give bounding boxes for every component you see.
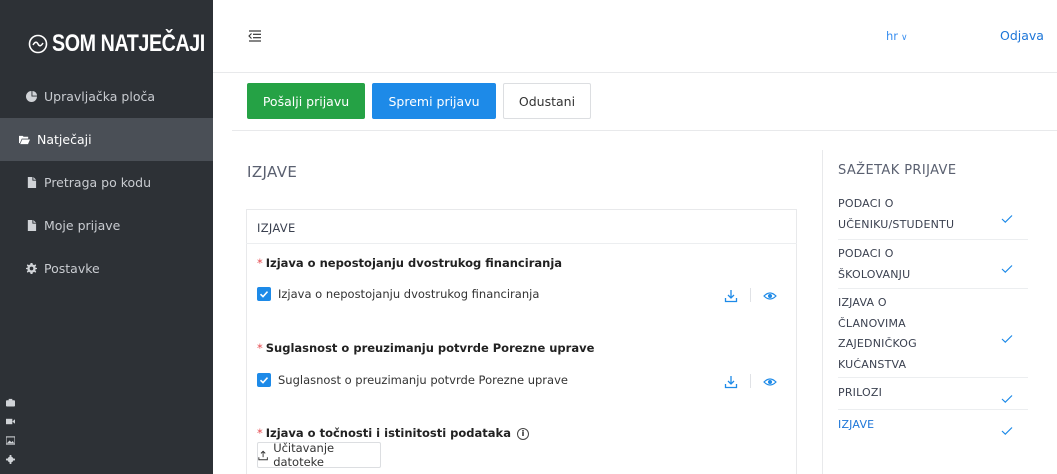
sidebar-nav: Upravljačka ploča Natječaji Pretraga po … bbox=[0, 75, 213, 290]
sidebar-item-dashboard[interactable]: Upravljačka ploča bbox=[0, 75, 213, 118]
statement-label-accuracy: * Izjava o točnosti i istinitosti podatak… bbox=[257, 426, 529, 440]
cancel-button[interactable]: Odustani bbox=[503, 83, 591, 119]
sidebar-item-label: Moje prijave bbox=[44, 218, 121, 233]
eye-icon[interactable] bbox=[763, 288, 777, 302]
side-tools bbox=[5, 392, 16, 468]
summary-title: SAŽETAK PRIJAVE bbox=[838, 163, 957, 178]
check-icon bbox=[1001, 209, 1013, 224]
summary-item-active[interactable]: IZJAVE bbox=[838, 410, 1028, 442]
divider bbox=[750, 374, 751, 388]
upload-file-button[interactable]: Učitavanje datoteke bbox=[257, 441, 381, 469]
sidebar-item-label: Postavke bbox=[44, 261, 100, 276]
summary-item-label: IZJAVE bbox=[838, 418, 875, 431]
check-icon bbox=[1001, 329, 1013, 344]
sidebar-item-label: Natječaji bbox=[37, 132, 92, 147]
upload-icon bbox=[258, 450, 268, 460]
summary-item[interactable]: PODACI O UČENIKU/STUDENTU bbox=[838, 192, 1028, 240]
statement-label-text: Izjava o nepostojanju dvostrukog financi… bbox=[265, 256, 563, 270]
send-application-button[interactable]: Pošalji prijavu bbox=[247, 83, 365, 119]
download-icon[interactable] bbox=[724, 374, 738, 389]
file-icon bbox=[24, 219, 38, 233]
statement-checkbox[interactable] bbox=[257, 287, 271, 301]
summary-item-label: PODACI O UČENIKU/STUDENTU bbox=[838, 197, 955, 231]
sidebar: SOM NATJEČAJI Upravljačka ploča Natječaj… bbox=[0, 0, 213, 474]
sidebar-item-label: Pretraga po kodu bbox=[44, 175, 151, 190]
info-icon[interactable]: i bbox=[516, 428, 529, 440]
sidebar-item-my-applications[interactable]: Moje prijave bbox=[0, 204, 213, 247]
statement-checkbox-row: Suglasnost o preuzimanju potvrde Porezne… bbox=[257, 373, 568, 387]
required-marker: * bbox=[257, 341, 263, 355]
summary-item[interactable]: PRILOZI bbox=[838, 378, 1028, 410]
gear-icon bbox=[24, 262, 38, 276]
statement-label-double-funding: * Izjava o nepostojanju dvostrukog financ… bbox=[257, 256, 562, 270]
statement-label-tax-consent: * Suglasnost o preuzimanju potvrde Porezn… bbox=[257, 341, 594, 355]
card-title: IZJAVE bbox=[257, 221, 296, 235]
summary-item-label: PRILOZI bbox=[838, 386, 883, 399]
sidebar-item-natjecaji[interactable]: Natječaji bbox=[0, 118, 213, 161]
camera-icon[interactable] bbox=[6, 392, 15, 407]
summary-item-label: IZJAVA O ČLANOVIMA ZAJEDNIČKOG KUĆANSTVA bbox=[838, 296, 917, 371]
required-marker: * bbox=[257, 426, 263, 440]
menu-collapse-icon[interactable] bbox=[248, 27, 262, 42]
check-icon bbox=[1001, 421, 1013, 436]
sidebar-item-code-search[interactable]: Pretraga po kodu bbox=[0, 161, 213, 204]
required-marker: * bbox=[257, 256, 263, 270]
pie-chart-icon bbox=[24, 90, 38, 104]
video-icon[interactable] bbox=[6, 411, 15, 425]
checkbox-label: Izjava o nepostojanju dvostrukog financi… bbox=[278, 287, 540, 301]
logo-icon bbox=[28, 34, 48, 54]
settings-icon[interactable] bbox=[6, 449, 15, 464]
divider bbox=[232, 130, 1057, 131]
statement-checkbox[interactable] bbox=[257, 373, 271, 387]
brand[interactable]: SOM NATJEČAJI bbox=[28, 28, 238, 60]
sidebar-item-label: Upravljačka ploča bbox=[44, 89, 155, 104]
language-label: hr bbox=[886, 29, 899, 43]
check-icon bbox=[1001, 259, 1013, 274]
brand-title: SOM NATJEČAJI bbox=[52, 30, 205, 57]
statement-checkbox-row: Izjava o nepostojanju dvostrukog financi… bbox=[257, 287, 539, 301]
folder-open-icon bbox=[17, 133, 31, 147]
image-icon[interactable] bbox=[5, 430, 16, 445]
summary-item[interactable]: PODACI O ŠKOLOVANJU bbox=[838, 240, 1028, 289]
file-icon bbox=[24, 176, 38, 190]
eye-icon[interactable] bbox=[763, 374, 777, 388]
checkbox-label: Suglasnost o preuzimanju potvrde Porezne… bbox=[278, 373, 568, 387]
sidebar-item-settings[interactable]: Postavke bbox=[0, 247, 213, 290]
topbar bbox=[213, 0, 1057, 73]
download-icon[interactable] bbox=[724, 288, 738, 303]
app: SOM NATJEČAJI Upravljačka ploča Natječaj… bbox=[0, 0, 1057, 474]
divider bbox=[750, 288, 751, 302]
page-title: IZJAVE bbox=[247, 163, 298, 181]
summary-item-label: PODACI O ŠKOLOVANJU bbox=[838, 247, 911, 281]
chevron-down-icon: ∨ bbox=[901, 33, 908, 43]
summary-item[interactable]: IZJAVA O ČLANOVIMA ZAJEDNIČKOG KUĆANSTVA bbox=[838, 289, 1028, 378]
divider bbox=[246, 243, 797, 244]
statement-label-text: Izjava o točnosti i istinitosti podataka bbox=[265, 426, 511, 440]
upload-label: Učitavanje datoteke bbox=[273, 441, 335, 469]
logout-link[interactable]: Odjava bbox=[1000, 28, 1044, 43]
check-icon bbox=[1001, 389, 1013, 404]
language-select[interactable]: hr ∨ bbox=[886, 29, 908, 43]
save-application-button[interactable]: Spremi prijavu bbox=[372, 83, 496, 119]
statement-label-text: Suglasnost o preuzimanju potvrde Porezne… bbox=[265, 341, 595, 355]
